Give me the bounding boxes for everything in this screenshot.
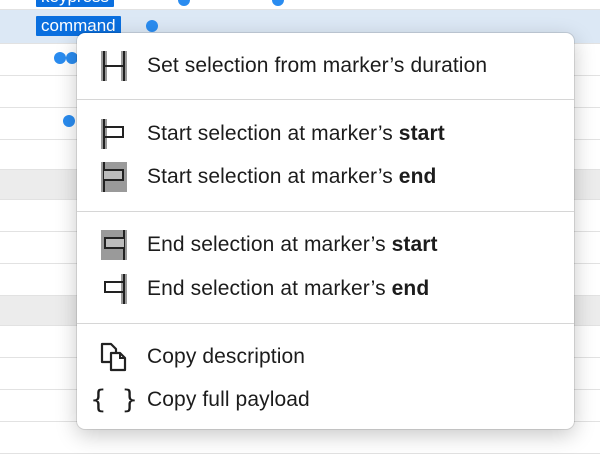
copy-document-icon [97,341,131,373]
flag-start-end-icon [97,161,131,193]
menu-item-copy-full-payload[interactable]: { } Copy full payload [77,380,574,420]
menu-item-copy-description[interactable]: Copy description [77,337,574,377]
menu-item-label: Start selection at marker’s start [147,122,445,145]
flag-end-start-icon [97,229,131,261]
menu-item-end-selection-at-start[interactable]: End selection at marker’s start [77,225,574,265]
curly-braces-icon: { } [90,385,138,415]
menu-separator [77,211,574,212]
menu-item-start-selection-at-end[interactable]: Start selection at marker’s end [77,157,574,197]
marker-dot[interactable] [54,52,66,64]
menu-separator [77,99,574,100]
menu-separator [77,323,574,324]
menu-item-label: Copy description [147,345,306,368]
menu-item-label: End selection at marker’s end [147,277,430,300]
marker-label-keypress[interactable]: keypress [36,0,115,7]
menu-item-label: Set selection from marker’s duration [147,54,488,77]
duration-bracket-icon [97,50,131,82]
flag-end-icon [97,273,131,305]
flag-start-icon [97,118,131,150]
menu-item-label: Start selection at marker’s end [147,165,437,188]
marker-dot[interactable] [146,20,158,32]
context-menu: Set selection from marker’s duration Sta… [77,33,574,429]
menu-item-set-selection-from-duration[interactable]: Set selection from marker’s duration [77,46,574,86]
marker-dot[interactable] [63,115,75,127]
menu-item-end-selection-at-end[interactable]: End selection at marker’s end [77,269,574,309]
menu-item-label: Copy full payload [147,388,310,411]
menu-item-start-selection-at-start[interactable]: Start selection at marker’s start [77,114,574,154]
menu-item-label: End selection at marker’s start [147,233,438,256]
